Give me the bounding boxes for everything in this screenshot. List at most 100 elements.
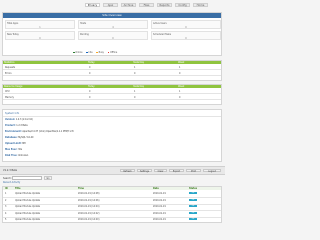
export-button[interactable]: Export (169, 168, 184, 173)
stat-box: Hosts 4 (78, 20, 148, 29)
info-key: Max Exec: (5, 148, 18, 151)
summary-panel: Site Overview Total Apps 1 Hosts 4 Activ… (2, 12, 222, 56)
resource-table: Resource Usage Today Yesterday Week CPU … (2, 84, 222, 105)
cell-time: 2019-01-19 (14:28) (78, 192, 100, 195)
legend-label: Online (75, 51, 83, 54)
divider (3, 116, 221, 117)
cell-time: 2019-01-19 (14:26) (78, 198, 100, 202)
row-divider (3, 99, 221, 100)
tab-archive[interactable]: Archive (121, 3, 136, 7)
info-key: Disk Free: (5, 154, 18, 157)
cell-id: 5 (5, 218, 7, 221)
info-row: Database: MySQL 5.6.40 (5, 136, 33, 139)
section-label: Recent Activity (3, 181, 21, 184)
resource-header-label: Resource Usage (4, 85, 23, 88)
cell: 1 (179, 90, 181, 93)
col-header: Title (15, 187, 21, 190)
tab-privacy[interactable]: Privacy (85, 3, 100, 7)
tab-config[interactable]: Config (175, 3, 190, 7)
cell: 0 (89, 96, 91, 99)
col-header: Yesterday (133, 61, 145, 64)
cell: 0 (179, 96, 181, 99)
info-row: Max Exec: 30s (5, 148, 22, 151)
cell: 0 (89, 90, 91, 93)
cell: 0 (134, 96, 136, 99)
logout-button[interactable]: Logout (203, 168, 221, 173)
legend-item: Offline (107, 51, 117, 54)
row-label: Errors (5, 72, 12, 75)
refresh-button[interactable]: Refresh (120, 168, 135, 173)
cell-id: 4 (5, 211, 7, 215)
cell: 1 (134, 66, 136, 69)
stat-label: Pending (80, 33, 89, 36)
top-nav: Privacy Ajax Archive Files Reports Confi… (0, 0, 225, 7)
cell-title: Upload Module Update (15, 198, 40, 202)
cell: 0 (179, 72, 181, 75)
status-badge[interactable]: OK (189, 205, 197, 208)
stat-label: Total Apps (7, 22, 19, 25)
legend-label: Busy (98, 51, 104, 54)
info-value: 1.2.3 Beta (16, 124, 28, 127)
col-header: Date (153, 187, 159, 190)
search-input[interactable] (12, 176, 42, 180)
stat-label: Scheduled Tasks (153, 33, 171, 36)
cell-title: Upload Module Update (15, 218, 40, 221)
print-button[interactable]: Print (186, 168, 201, 173)
cell-title: Upload Module Update (15, 211, 40, 215)
stat-box: Pending 0 (78, 31, 148, 40)
cell-date: 2019-01-19 (153, 211, 166, 215)
info-value: 30s (18, 148, 23, 151)
cell: 0 (89, 66, 91, 69)
info-key: Environment: (5, 130, 22, 133)
stat-box: Scheduled Tasks 0 (151, 31, 221, 40)
legend-item: Idle (86, 51, 93, 54)
col-header: ID (5, 187, 8, 190)
stat-value: 4 (112, 26, 114, 29)
stats-table: Statistics Today Yesterday Week Requests… (2, 60, 222, 81)
status-badge[interactable]: OK (189, 218, 197, 221)
status-legend: Online Idle Busy Offline (73, 51, 117, 54)
col-header: Yesterday (133, 85, 145, 88)
stat-box: Total Apps 1 (5, 20, 75, 29)
col-header: Status (189, 187, 198, 190)
status-badge[interactable]: OK (189, 192, 197, 195)
info-value: Unknown (18, 154, 29, 157)
cell-time: 2019-01-19 (14:24) (78, 205, 100, 208)
col-header: Week (178, 61, 185, 64)
stats-header: Statistics Today Yesterday Week (3, 61, 221, 65)
cell: 1 (134, 90, 136, 93)
tab-ajax[interactable]: Ajax (103, 3, 118, 7)
clear-button[interactable]: Clear (154, 168, 167, 173)
info-row: Upload Limit: 8M (5, 142, 25, 145)
info-value: 1.2.3 (2.0.2.10) (15, 118, 33, 121)
cell-date: 2019-01-19 (153, 205, 166, 208)
info-row: Disk Free: Unknown (5, 154, 28, 157)
legend-item: Online (73, 51, 82, 54)
status-badge[interactable]: OK (189, 198, 197, 201)
tab-home[interactable]: Home (193, 3, 208, 7)
stat-value: 0 (39, 37, 41, 40)
info-value: Apache/2.4.37 (Unix) OpenSSL/1.1.1 PHP/7… (22, 130, 74, 133)
tab-reports[interactable]: Reports (157, 3, 172, 7)
search-button[interactable]: Go (44, 176, 52, 180)
settings-button[interactable]: Settings (137, 168, 152, 173)
stat-label: New Today (7, 33, 19, 36)
row-label: CPU (5, 90, 10, 93)
toolbar: V1.2.3 Beta Refresh Settings Clear Expor… (0, 166, 225, 175)
cell-title: Upload Module Update (15, 205, 40, 208)
table-row[interactable]: 5 Upload Module Update 2019-01-19 (14:20… (3, 217, 221, 223)
resource-header: Resource Usage Today Yesterday Week (3, 85, 221, 89)
cell-date: 2019-01-19 (153, 198, 166, 202)
status-badge[interactable]: OK (189, 211, 197, 214)
stat-label: Hosts (80, 22, 87, 25)
sysinfo-panel: System Info Version: 1.2.3 (2.0.2.10) Pr… (2, 109, 222, 162)
cell: 1 (179, 66, 181, 69)
info-value: 8M (22, 142, 26, 145)
cell-date: 2019-01-19 (153, 218, 166, 221)
activity-table: ID Title Time Date Status 1 Upload Modul… (2, 186, 222, 223)
version-label: V1.2.3 Beta (3, 168, 17, 172)
tab-files[interactable]: Files (139, 3, 154, 7)
stat-value: 1 (39, 26, 41, 29)
row-divider (3, 75, 221, 76)
stat-value: 0 (112, 37, 114, 40)
